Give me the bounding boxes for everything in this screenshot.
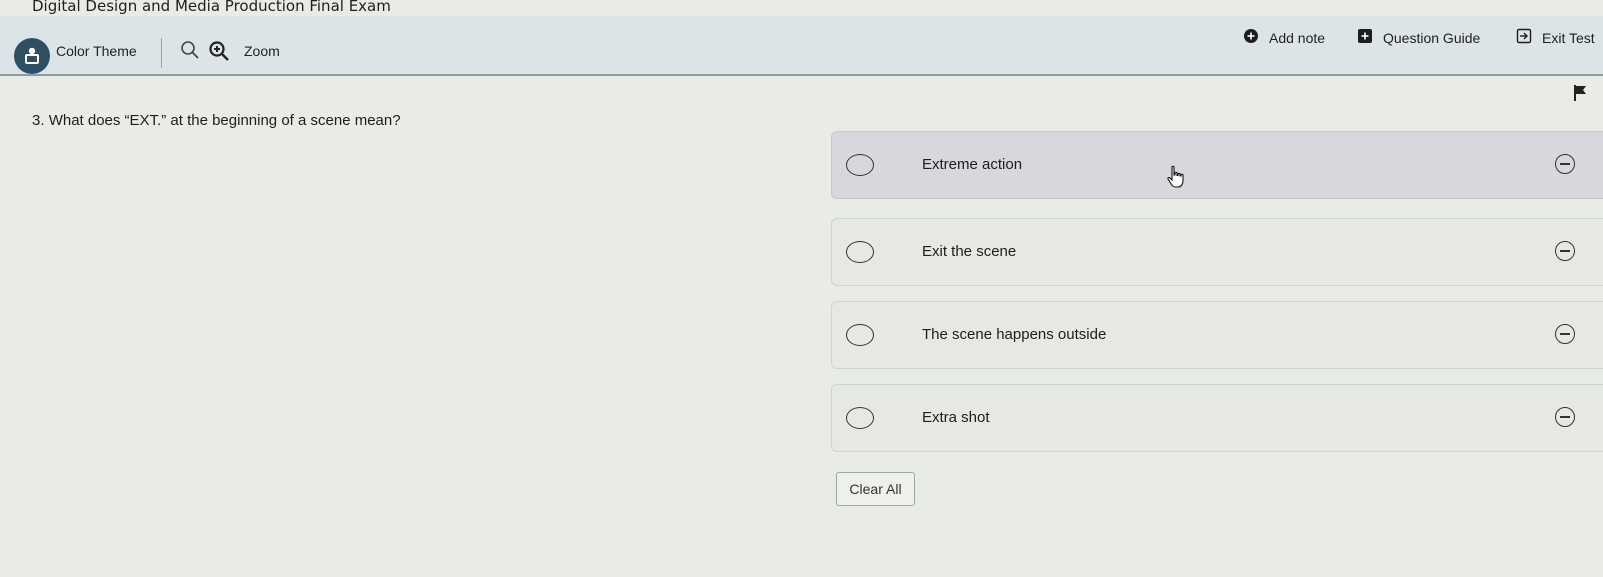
radio-button[interactable]: [846, 154, 874, 176]
option-label: Extreme action: [922, 156, 1023, 173]
question-text: 3. What does “EXT.” at the beginning of …: [32, 112, 401, 129]
accessibility-icon[interactable]: [14, 38, 50, 74]
add-note-icon: [1243, 28, 1259, 47]
exit-test-label: Exit Test: [1542, 29, 1595, 46]
radio-button[interactable]: [846, 241, 874, 263]
option-label: Extra shot: [922, 409, 990, 426]
answer-option[interactable]: Extreme action: [831, 131, 1603, 199]
zoom-in-icon[interactable]: [208, 40, 230, 67]
color-theme-button[interactable]: Color Theme: [56, 43, 137, 59]
app-title: Digital Design and Media Production Fina…: [32, 0, 391, 15]
zoom-label: Zoom: [244, 43, 280, 59]
strikethrough-icon[interactable]: [1555, 241, 1575, 261]
add-note-label: Add note: [1269, 29, 1326, 46]
question-guide-icon: [1357, 28, 1373, 47]
answer-option[interactable]: Exit the scene: [831, 218, 1603, 286]
answer-option[interactable]: The scene happens outside: [831, 301, 1603, 369]
strikethrough-icon[interactable]: [1555, 324, 1575, 344]
exit-test-button[interactable]: Exit Test: [1516, 28, 1595, 47]
strikethrough-icon[interactable]: [1555, 407, 1575, 427]
answer-option[interactable]: Extra shot: [831, 384, 1603, 452]
radio-button[interactable]: [846, 407, 874, 429]
clear-all-button[interactable]: Clear All: [836, 472, 915, 506]
flag-icon[interactable]: [1573, 84, 1589, 107]
question-guide-label: Question Guide: [1383, 29, 1481, 46]
zoom-out-icon[interactable]: [180, 40, 200, 65]
radio-button[interactable]: [846, 324, 874, 346]
question-prompt: What does “EXT.” at the beginning of a s…: [48, 112, 401, 129]
pointer-cursor-icon: [1165, 165, 1187, 194]
option-label: Exit the scene: [922, 243, 1017, 260]
question-number: 3.: [32, 112, 45, 129]
strikethrough-icon[interactable]: [1555, 154, 1575, 174]
exam-page: Digital Design and Media Production Fina…: [0, 0, 1603, 577]
toolbar: Color Theme Zoom Add note Question Guide…: [0, 16, 1603, 76]
question-guide-button[interactable]: Question Guide: [1357, 28, 1480, 47]
option-label: The scene happens outside: [922, 326, 1107, 343]
exit-icon: [1516, 28, 1532, 47]
toolbar-divider: [161, 38, 162, 68]
add-note-button[interactable]: Add note: [1243, 28, 1325, 47]
